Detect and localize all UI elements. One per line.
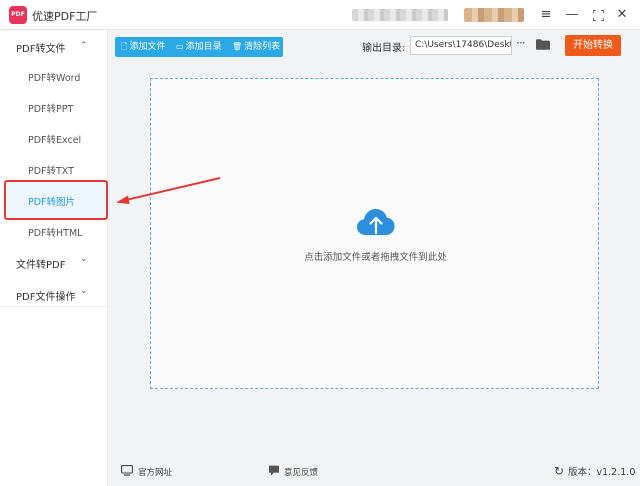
sidebar-group-pdf-operations[interactable]: PDF文件操作 (16, 288, 75, 303)
drop-hint-text: 点击添加文件或者拖拽文件到此处 (304, 252, 447, 263)
sidebar-group-file-to-pdf[interactable]: 文件转PDF (16, 256, 65, 271)
feedback-link[interactable]: 意见反馈 (284, 466, 318, 478)
sidebar-item-pdf-to-txt[interactable]: PDF转TXT (28, 163, 74, 177)
sidebar-item-pdf-to-word[interactable]: PDF转Word (28, 70, 80, 84)
sidebar-item-pdf-to-image[interactable]: PDF转图片 (28, 194, 75, 208)
app-logo: PDF (9, 6, 27, 24)
output-dir-field[interactable]: C:\Users\17486\Deskto (410, 36, 512, 55)
version-label: 版本：v1.2.1.0 (568, 467, 636, 478)
official-website-link[interactable]: 官方网址 (138, 466, 172, 478)
more-options-icon[interactable]: ··· (516, 36, 526, 50)
clear-list-button[interactable]: 🗑 清除列表 (232, 37, 280, 57)
folder-outline-icon: ▭ (176, 42, 184, 51)
sidebar-item-pdf-to-html[interactable]: PDF转HTML (28, 225, 82, 239)
chevron-up-icon[interactable]: ⌃ (80, 41, 88, 51)
minimize-icon[interactable]: — (563, 6, 581, 24)
monitor-icon (121, 465, 133, 476)
sidebar: PDF转文件 ⌃ PDF转Word PDF转PPT PDF转Excel PDF转… (0, 31, 108, 486)
refresh-icon[interactable]: ↻ (554, 464, 564, 478)
file-icon: 🗋 (121, 42, 128, 51)
title-bar: PDF 优速PDF工厂 ≡ — ✕ (0, 0, 640, 30)
app-title: 优速PDF工厂 (32, 10, 98, 23)
trash-icon: 🗑 (232, 42, 243, 51)
chevron-down-icon[interactable]: ⌄ (80, 286, 88, 296)
file-toolbar: 🗋 添加文件 ▭ 添加目录 🗑 清除列表 (115, 37, 283, 57)
file-drop-zone[interactable]: 点击添加文件或者拖拽文件到此处 (150, 78, 599, 389)
blurred-account-badge (464, 8, 524, 22)
start-convert-button[interactable]: 开始转换 (565, 35, 621, 56)
add-file-button[interactable]: 🗋 添加文件 (121, 37, 165, 57)
sidebar-divider (0, 306, 108, 307)
feedback-icon (269, 465, 279, 476)
add-directory-button[interactable]: ▭ 添加目录 (176, 37, 222, 57)
cloud-upload-icon (357, 209, 395, 235)
hamburger-menu-icon[interactable]: ≡ (537, 6, 555, 24)
close-icon[interactable]: ✕ (613, 6, 631, 24)
output-dir-label: 输出目录: (362, 43, 406, 54)
folder-icon[interactable] (536, 39, 550, 50)
sidebar-group-pdf-to-file[interactable]: PDF转文件 (16, 40, 65, 55)
maximize-icon[interactable] (589, 6, 607, 24)
annotation-arrow (116, 177, 221, 204)
sidebar-item-pdf-to-ppt[interactable]: PDF转PPT (28, 101, 73, 115)
chevron-down-icon[interactable]: ⌄ (80, 254, 88, 264)
blurred-user-info (352, 9, 448, 21)
sidebar-item-pdf-to-excel[interactable]: PDF转Excel (28, 132, 81, 146)
